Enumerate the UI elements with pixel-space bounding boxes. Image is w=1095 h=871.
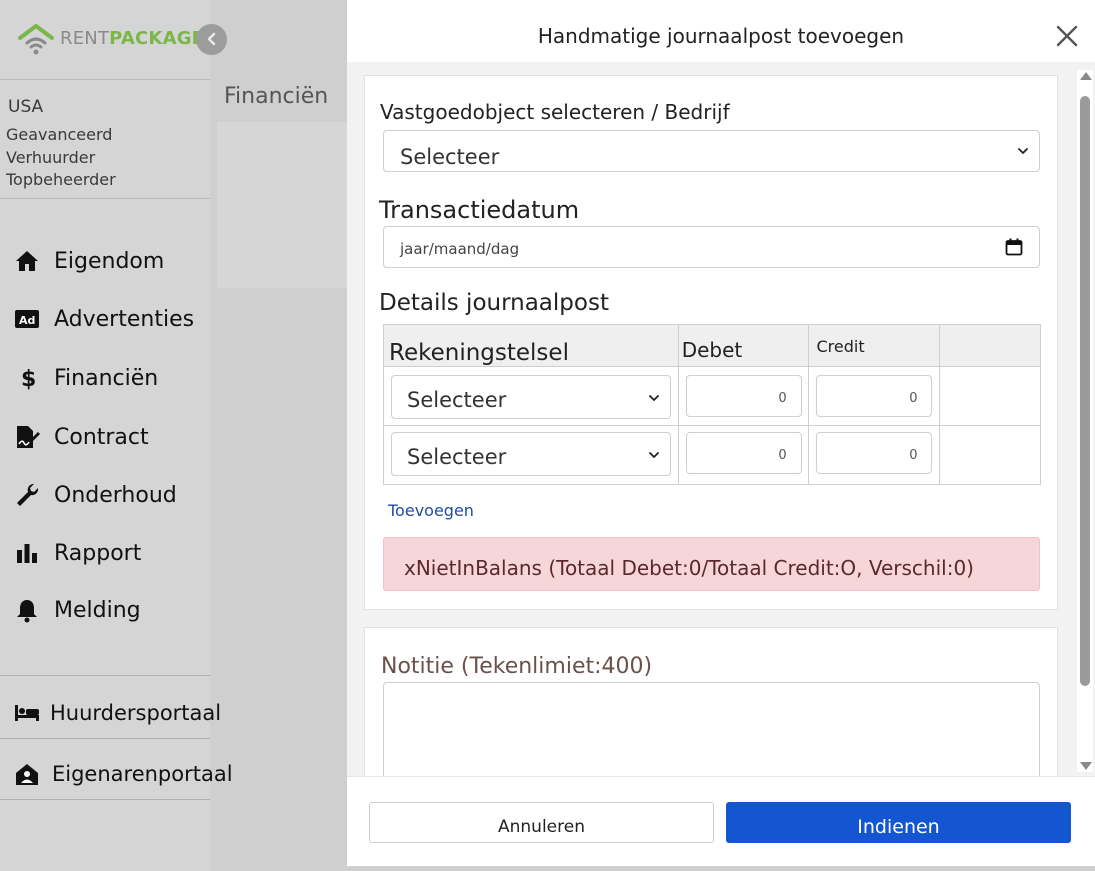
sidebar: RENTPACKAGE USA Geavanceerd Verhuurder T… — [0, 0, 233, 871]
transaction-date-input[interactable]: jaar/maand/dag — [383, 226, 1040, 268]
nav-label: Melding — [54, 597, 141, 623]
credit-input[interactable]: 0 — [816, 432, 933, 474]
logo-row: RENTPACKAGE — [0, 0, 210, 80]
actions-cell — [939, 425, 1041, 485]
user-country: USA — [8, 97, 44, 117]
property-select-value: Selecteer — [400, 145, 500, 169]
account-select[interactable]: Selecteer — [391, 432, 671, 476]
column-header-credit: Credit — [808, 324, 941, 367]
property-label: Vastgoedobject selecteren / Bedrijf — [380, 100, 730, 124]
nav-label: Onderhoud — [54, 482, 177, 508]
account-select[interactable]: Selecteer — [391, 375, 671, 419]
scroll-thumb[interactable] — [1080, 96, 1090, 686]
nav-divider — [0, 675, 210, 676]
nav-item-melding[interactable]: Melding — [14, 595, 141, 625]
nav-label: Huurdersportaal — [50, 701, 222, 725]
ad-icon: Ad — [15, 310, 39, 328]
house-user-icon — [16, 764, 38, 785]
nav-item-onderhoud[interactable]: Onderhoud — [14, 480, 177, 510]
calendar-icon[interactable] — [1005, 238, 1023, 256]
user-access: Topbeheerder — [6, 170, 116, 189]
note-card: Notitie (Tekenlimiet:400) — [364, 627, 1058, 776]
background-page-title: Financiën — [224, 84, 329, 109]
credit-cell: 0 — [808, 425, 941, 485]
date-placeholder: jaar/maand/dag — [400, 240, 520, 258]
nav-label: Eigendom — [54, 248, 165, 274]
column-header-account: Rekeningstelsel — [383, 324, 679, 367]
debit-input[interactable]: 0 — [685, 432, 802, 474]
chevron-down-icon — [1018, 148, 1028, 154]
close-icon[interactable] — [1053, 22, 1081, 50]
credit-input[interactable]: 0 — [816, 375, 933, 417]
scroll-up-icon[interactable] — [1080, 72, 1092, 80]
credit-cell: 0 — [808, 366, 941, 426]
note-label: Notitie (Tekenlimiet:400) — [381, 654, 653, 679]
account-select-value: Selecteer — [407, 388, 507, 412]
nav-label: Rapport — [54, 540, 142, 566]
svg-text:Ad: Ad — [19, 314, 35, 327]
details-label: Details journaalpost — [379, 290, 609, 316]
debit-cell: 0 — [677, 366, 810, 426]
bell-icon — [17, 600, 37, 623]
collapse-sidebar-button[interactable] — [196, 24, 227, 55]
nav-label: Contract — [54, 424, 149, 450]
nav-item-advertenties[interactable]: Ad Advertenties — [14, 304, 194, 334]
home-icon — [16, 251, 38, 271]
column-header-actions — [939, 324, 1041, 367]
nav-item-eigenarenportaal[interactable]: Eigenarenportaal — [14, 759, 233, 789]
journal-lines-table: Rekeningstelsel Debet Credit Selecteer 0… — [383, 324, 1041, 485]
account-cell: Selecteer — [383, 366, 679, 426]
nav-item-eigendom[interactable]: Eigendom — [14, 246, 164, 276]
brand-package: PACKAGE — [109, 28, 205, 49]
nav-item-huurdersportaal[interactable]: Huurdersportaal — [14, 698, 221, 728]
table-row: Selecteer 0 0 — [383, 425, 1041, 485]
nav-label: Eigenarenportaal — [52, 762, 233, 786]
note-textarea[interactable] — [383, 682, 1040, 776]
user-info: USA Geavanceerd Verhuurder Topbeheerder — [0, 80, 210, 199]
debit-input[interactable]: 0 — [685, 375, 802, 417]
modal-title: Handmatige journaalpost toevoegen — [537, 24, 905, 48]
debit-cell: 0 — [677, 425, 810, 485]
modal-body: Vastgoedobject selecteren / Bedrijf Sele… — [347, 62, 1095, 776]
nav-item-contract[interactable]: Contract — [14, 422, 149, 452]
contract-icon — [17, 426, 40, 448]
date-label: Transactiedatum — [379, 196, 580, 224]
cancel-button[interactable]: Annuleren — [369, 802, 714, 843]
nav-label: Financiën — [54, 365, 159, 391]
property-select[interactable]: Selecteer — [383, 130, 1040, 172]
background-panel — [217, 122, 352, 288]
user-level: Geavanceerd — [6, 125, 113, 144]
nav-divider — [0, 738, 210, 739]
scroll-down-icon[interactable] — [1080, 762, 1092, 770]
nav-label: Advertenties — [54, 306, 195, 332]
brand-rent: RENT — [60, 28, 110, 49]
user-role: Verhuurder — [6, 148, 96, 167]
bed-icon — [15, 705, 39, 721]
account-select-value: Selecteer — [407, 445, 507, 469]
journal-entry-modal: Handmatige journaalpost toevoegen Vastgo… — [347, 0, 1095, 866]
chevron-down-icon — [649, 395, 659, 401]
chevron-left-icon — [207, 32, 215, 46]
svg-text:$: $ — [21, 367, 36, 391]
account-cell: Selecteer — [383, 425, 679, 485]
nav-item-rapport[interactable]: Rapport — [14, 538, 141, 568]
balance-alert: xNietInBalans (Totaal Debet:0/Totaal Cre… — [383, 537, 1040, 591]
nav-divider — [0, 799, 210, 800]
actions-cell — [939, 366, 1041, 426]
chevron-down-icon — [649, 452, 659, 458]
journal-form-card: Vastgoedobject selecteren / Bedrijf Sele… — [364, 75, 1058, 610]
column-header-debit: Debet — [677, 324, 810, 367]
nav-item-financien[interactable]: $ Financiën — [14, 363, 158, 393]
submit-button[interactable]: Indienen — [726, 802, 1071, 843]
bar-chart-icon — [17, 544, 37, 563]
modal-scrollbar[interactable] — [1077, 70, 1093, 772]
wrench-icon — [17, 483, 39, 506]
logo-icon — [18, 24, 54, 55]
modal-footer: Annuleren Indienen — [347, 776, 1095, 866]
dollar-icon: $ — [21, 367, 36, 391]
brand-name: RENTPACKAGE — [60, 28, 204, 49]
table-row: Selecteer 0 0 — [383, 366, 1041, 426]
table-header-row: Rekeningstelsel Debet Credit — [383, 324, 1041, 367]
add-line-link[interactable]: Toevoegen — [388, 501, 474, 520]
